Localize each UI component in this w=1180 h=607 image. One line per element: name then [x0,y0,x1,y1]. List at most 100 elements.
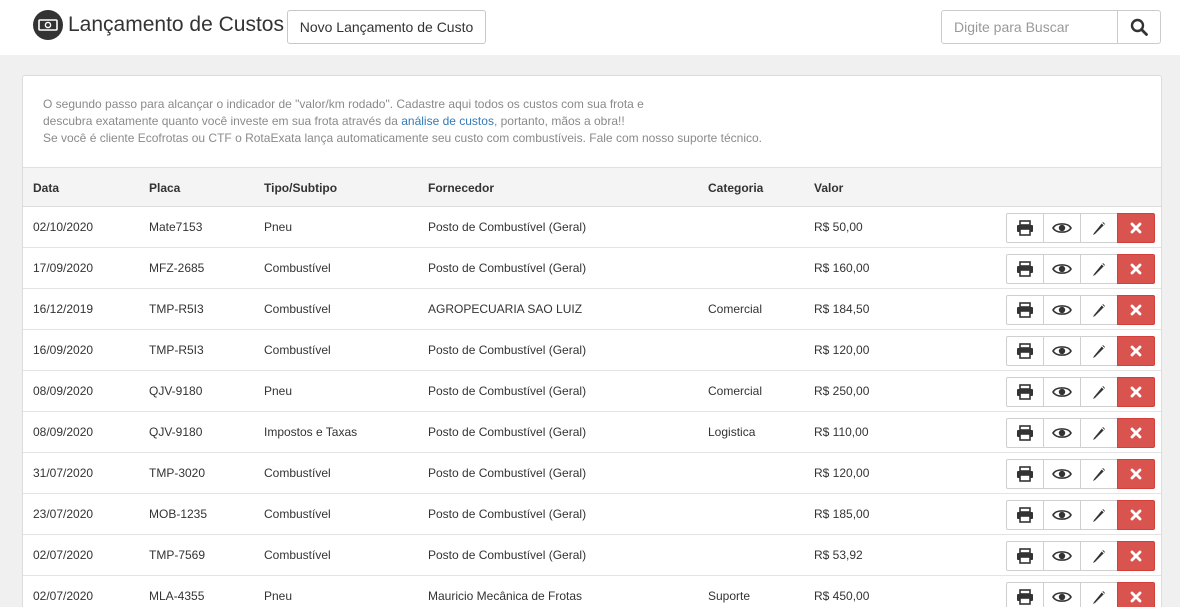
cell-valor: R$ 250,00 [814,384,870,398]
search-input[interactable] [941,10,1118,44]
close-icon [1130,427,1142,439]
edit-button[interactable] [1080,295,1118,325]
edit-button[interactable] [1080,541,1118,571]
pencil-icon [1091,425,1107,441]
cell-fornecedor: AGROPECUARIA SAO LUIZ [428,302,583,316]
cell-fornecedor: Posto de Combustível (Geral) [428,507,587,521]
cell-valor: R$ 50,00 [814,220,863,234]
eye-icon [1052,549,1072,563]
cell-placa: MOB-1235 [149,507,208,521]
eye-icon [1052,221,1072,235]
print-button[interactable] [1006,377,1044,407]
row-actions [1006,500,1155,530]
eye-icon [1052,426,1072,440]
cell-tipo: Pneu [264,589,293,603]
print-icon [1016,343,1034,359]
edit-button[interactable] [1080,582,1118,607]
eye-icon [1052,467,1072,481]
cell-categoria: Comercial [708,302,763,316]
print-icon [1016,261,1034,277]
pencil-icon [1091,507,1107,523]
close-icon [1130,222,1142,234]
print-button[interactable] [1006,254,1044,284]
edit-button[interactable] [1080,500,1118,530]
cell-tipo: Pneu [264,384,293,398]
print-button[interactable] [1006,459,1044,489]
cell-placa: TMP-R5I3 [149,343,204,357]
print-icon [1016,548,1034,564]
print-button[interactable] [1006,336,1044,366]
edit-button[interactable] [1080,336,1118,366]
print-icon [1016,466,1034,482]
page-title: Lançamento de Custos [68,13,284,36]
column-header-fornecedor[interactable]: Fornecedor [428,168,494,208]
row-actions [1006,459,1155,489]
print-button[interactable] [1006,582,1044,607]
row-actions [1006,377,1155,407]
print-button[interactable] [1006,295,1044,325]
print-button[interactable] [1006,418,1044,448]
column-header-categoria[interactable]: Categoria [708,168,763,208]
table-row: 02/07/2020 TMP-7569 Combustível Posto de… [23,535,1161,576]
delete-button[interactable] [1117,377,1155,407]
column-header-placa[interactable]: Placa [149,168,180,208]
print-button[interactable] [1006,213,1044,243]
print-icon [1016,220,1034,236]
print-button[interactable] [1006,500,1044,530]
cell-categoria: Logistica [708,425,756,439]
delete-button[interactable] [1117,213,1155,243]
view-button[interactable] [1043,295,1081,325]
view-button[interactable] [1043,500,1081,530]
close-icon [1130,509,1142,521]
search-button[interactable] [1117,10,1161,44]
pencil-icon [1091,548,1107,564]
info-line-3: Se você é cliente Ecofrotas ou CTF o Rot… [43,131,763,145]
close-icon [1130,591,1142,603]
view-button[interactable] [1043,582,1081,607]
delete-button[interactable] [1117,336,1155,366]
view-button[interactable] [1043,213,1081,243]
cell-fornecedor: Mauricio Mecânica de Frotas [428,589,583,603]
close-icon [1130,345,1142,357]
delete-button[interactable] [1117,459,1155,489]
delete-button[interactable] [1117,500,1155,530]
cell-data: 02/07/2020 [33,548,94,562]
view-button[interactable] [1043,541,1081,571]
delete-button[interactable] [1117,582,1155,607]
column-header-data[interactable]: Data [33,168,59,208]
view-button[interactable] [1043,418,1081,448]
edit-button[interactable] [1080,254,1118,284]
cell-fornecedor: Posto de Combustível (Geral) [428,261,587,275]
delete-button[interactable] [1117,418,1155,448]
cell-categoria: Suporte [708,589,751,603]
delete-button[interactable] [1117,295,1155,325]
table-header: Data Placa Tipo/Subtipo Fornecedor Categ… [23,167,1161,207]
delete-button[interactable] [1117,541,1155,571]
cell-placa: MLA-4355 [149,589,205,603]
edit-button[interactable] [1080,459,1118,489]
column-header-valor[interactable]: Valor [814,168,843,208]
edit-button[interactable] [1080,213,1118,243]
print-button[interactable] [1006,541,1044,571]
delete-button[interactable] [1117,254,1155,284]
new-cost-button[interactable]: Novo Lançamento de Custo [287,10,486,44]
view-button[interactable] [1043,336,1081,366]
view-button[interactable] [1043,254,1081,284]
eye-icon [1052,590,1072,604]
view-button[interactable] [1043,459,1081,489]
column-header-tipo[interactable]: Tipo/Subtipo [264,168,337,208]
cell-data: 23/07/2020 [33,507,94,521]
cell-valor: R$ 53,92 [814,548,863,562]
edit-button[interactable] [1080,377,1118,407]
eye-icon [1052,385,1072,399]
table-row: 02/07/2020 MLA-4355 Pneu Mauricio Mecâni… [23,576,1161,607]
table-row: 31/07/2020 TMP-3020 Combustível Posto de… [23,453,1161,494]
view-button[interactable] [1043,377,1081,407]
cost-analysis-link[interactable]: análise de custos [401,114,494,128]
cell-fornecedor: Posto de Combustível (Geral) [428,548,587,562]
cell-data: 17/09/2020 [33,261,94,275]
table-row: 23/07/2020 MOB-1235 Combustível Posto de… [23,494,1161,535]
edit-button[interactable] [1080,418,1118,448]
print-icon [1016,507,1034,523]
close-icon [1130,468,1142,480]
